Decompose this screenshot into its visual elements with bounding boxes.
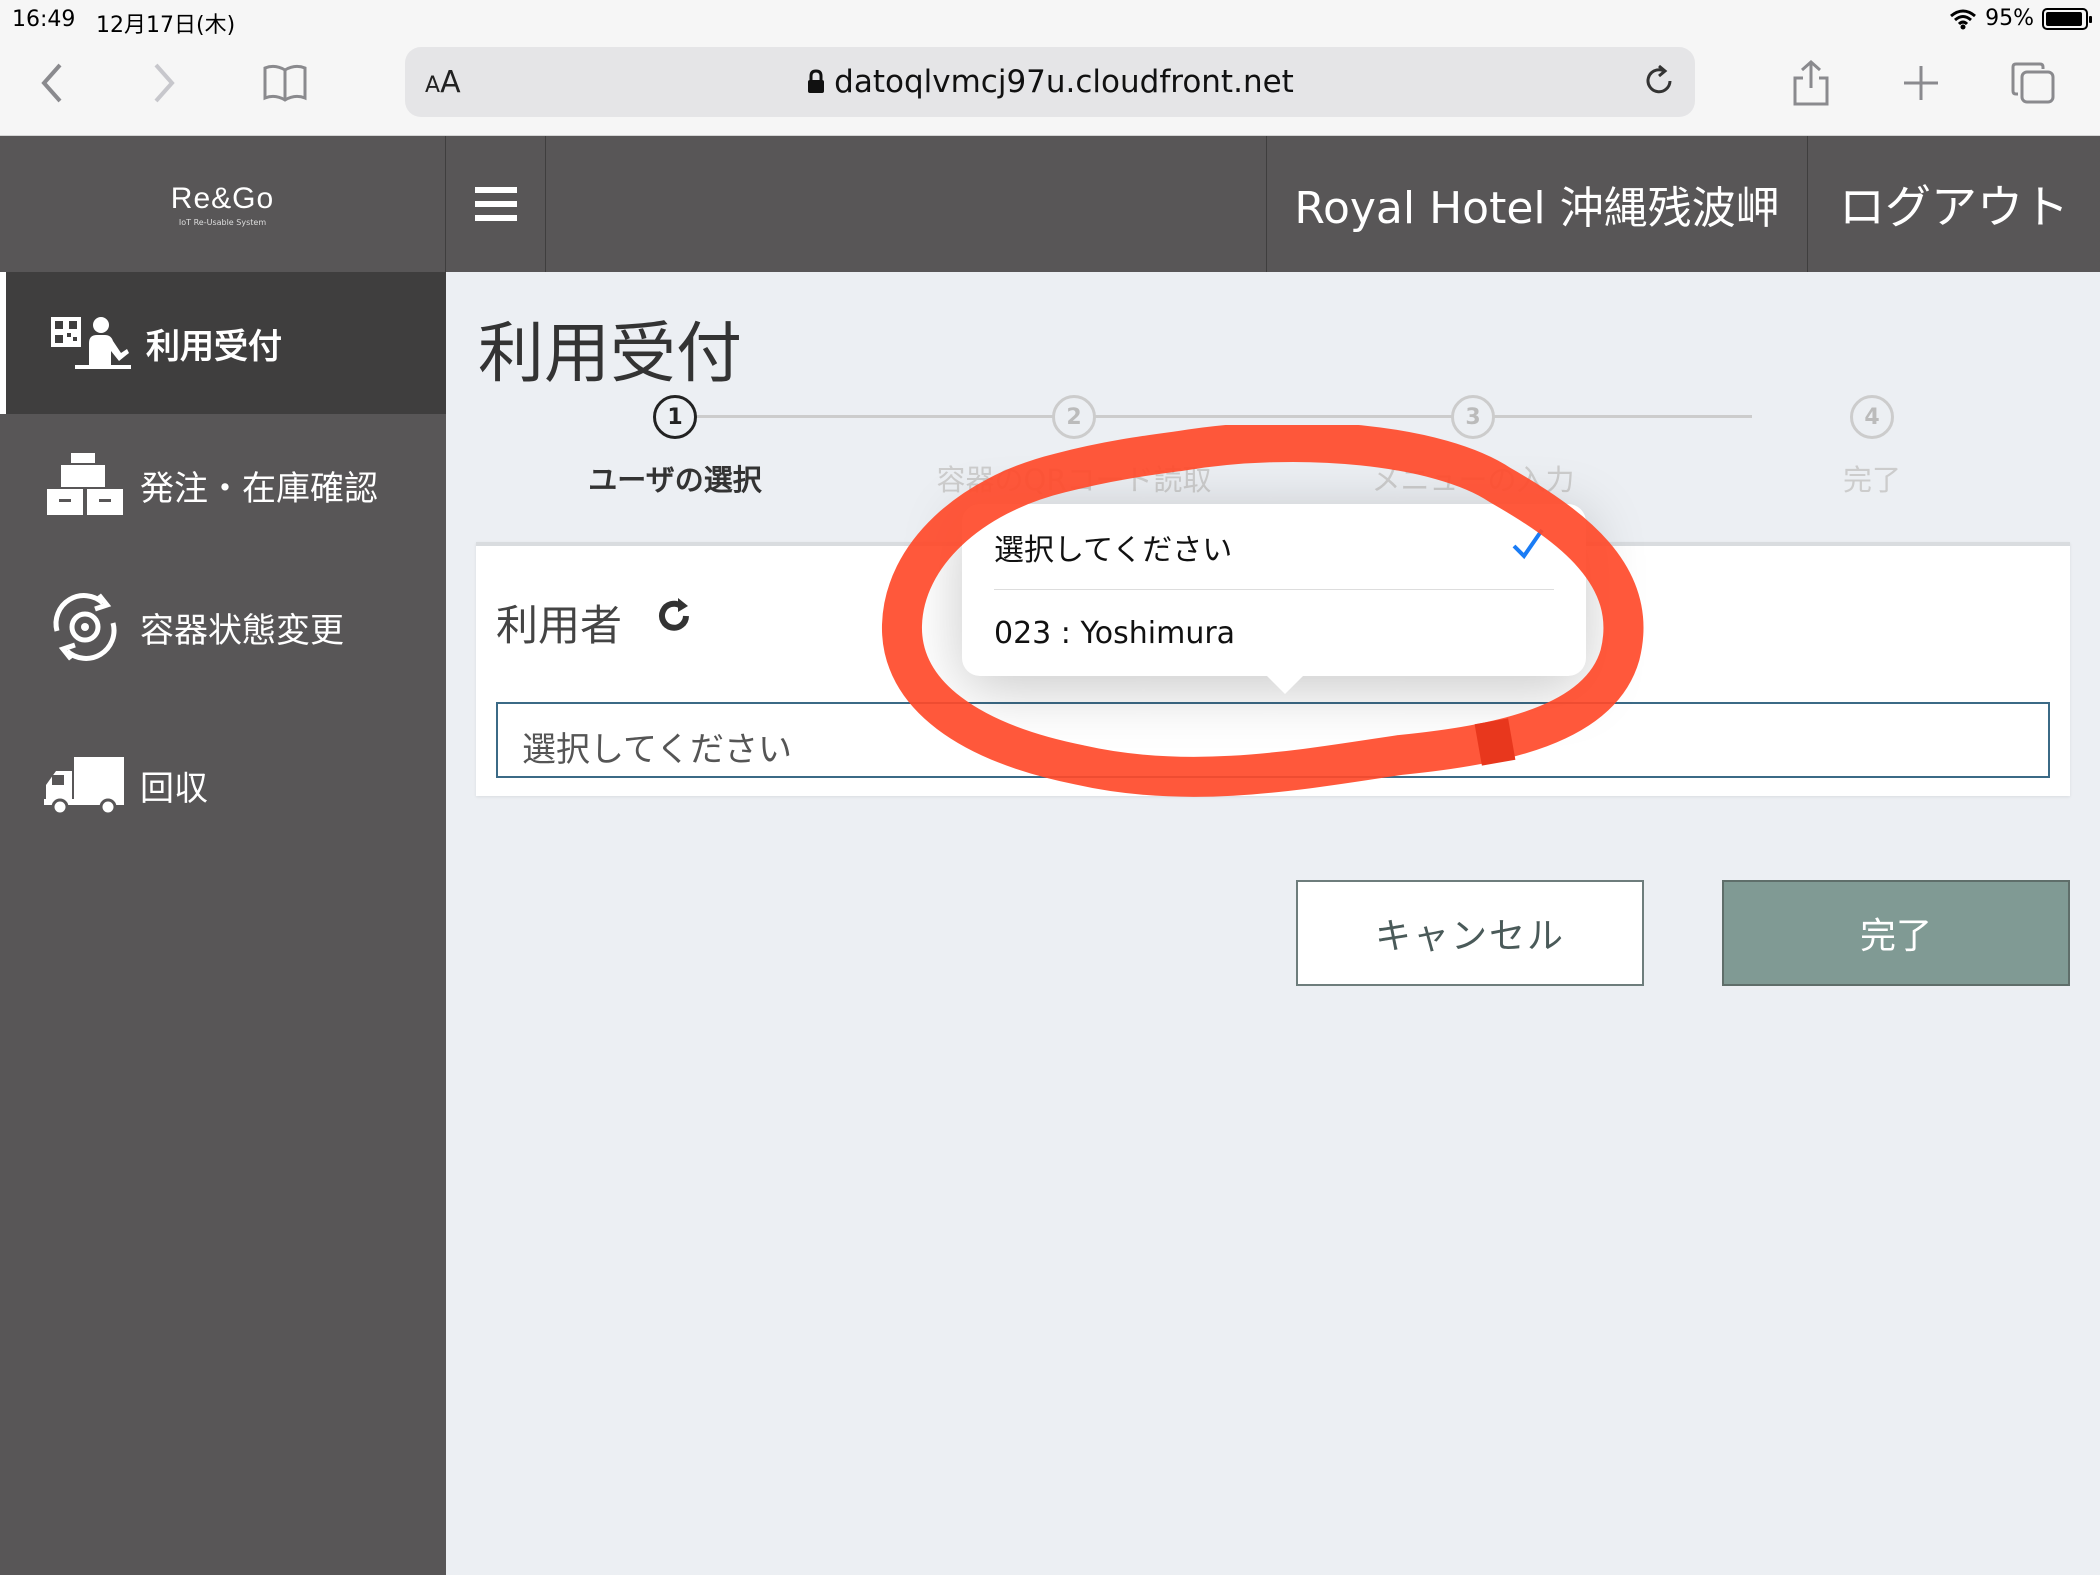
url-text: datoqlvmcj97u.cloudfront.net [405,64,1695,100]
address-bar[interactable]: AA datoqlvmcj97u.cloudfront.net [405,47,1695,117]
battery-level [2046,11,2083,26]
bookmarks-icon[interactable] [260,58,310,108]
share-icon[interactable] [1786,58,1836,108]
status-right: 95% [1949,6,2092,31]
battery-icon [2042,7,2092,30]
sidebar-item-label: 容器状態変更 [140,610,344,651]
browser-toolbar: AA datoqlvmcj97u.cloudfront.net [0,38,2100,136]
step-1-label: ユーザの選択 [588,463,762,497]
sidebar-item-label: 回収 [140,768,208,809]
sidebar-item-collection[interactable]: 回収 [0,714,446,856]
stepper-line [675,415,1752,418]
sidebar-item-label: 利用受付 [146,326,282,367]
status-time: 16:49 [12,7,76,32]
hamburger-icon [474,187,517,221]
sidebar-item-container-status[interactable]: 容器状態変更 [0,556,446,698]
logout-button[interactable]: ログアウト [1808,136,2100,272]
sidebar-item-reception[interactable]: 利用受付 [0,272,446,414]
battery-percent: 95% [1985,6,2034,31]
wifi-icon [1950,9,1977,29]
url-value: datoqlvmcj97u.cloudfront.net [834,64,1294,100]
truck-icon [40,750,130,820]
logo-subtitle: IoT Re-Usable System [178,217,267,227]
step-1-circle: 1 [653,395,697,439]
status-date: 12月17日(木) [96,13,236,38]
hotel-name: Royal Hotel 沖縄残波岬 [1266,136,1808,272]
boxes-icon [40,450,130,520]
forward-icon[interactable] [138,58,188,108]
refresh-icon[interactable] [654,596,694,636]
sidebar-item-label: 発注・在庫確認 [140,468,378,509]
back-icon[interactable] [28,58,78,108]
tabs-overview-icon[interactable] [2008,58,2058,108]
reload-icon[interactable] [1641,63,1677,99]
cancel-button[interactable]: キャンセル [1296,880,1644,986]
sidebar: 利用受付 発注・在庫確認 容器状態変更 回収 [0,272,446,1575]
page-title: 利用受付 [478,315,742,392]
status-bar: 16:49 12月17日(木) 95% [0,0,2100,38]
user-select-value: 選択してください [522,730,792,770]
red-annotation-circle [882,425,1644,797]
sidebar-item-order-stock[interactable]: 発注・在庫確認 [0,414,446,556]
hamburger-menu-button[interactable] [446,136,546,272]
logo[interactable]: Re&Go IoT Re-Usable System [0,136,446,272]
user-label: 利用者 [496,601,623,650]
done-button[interactable]: 完了 [1722,880,2070,986]
step-4-label: 完了 [1842,463,1902,497]
gear-cycle-icon [40,592,130,662]
new-tab-icon[interactable] [1896,58,1946,108]
lock-icon [808,69,825,93]
app-header: Re&Go IoT Re-Usable System Royal Hotel 沖… [0,136,2100,272]
qr-reception-icon [46,308,136,378]
step-4-circle: 4 [1850,395,1894,439]
logo-text: Re&Go [170,181,275,215]
